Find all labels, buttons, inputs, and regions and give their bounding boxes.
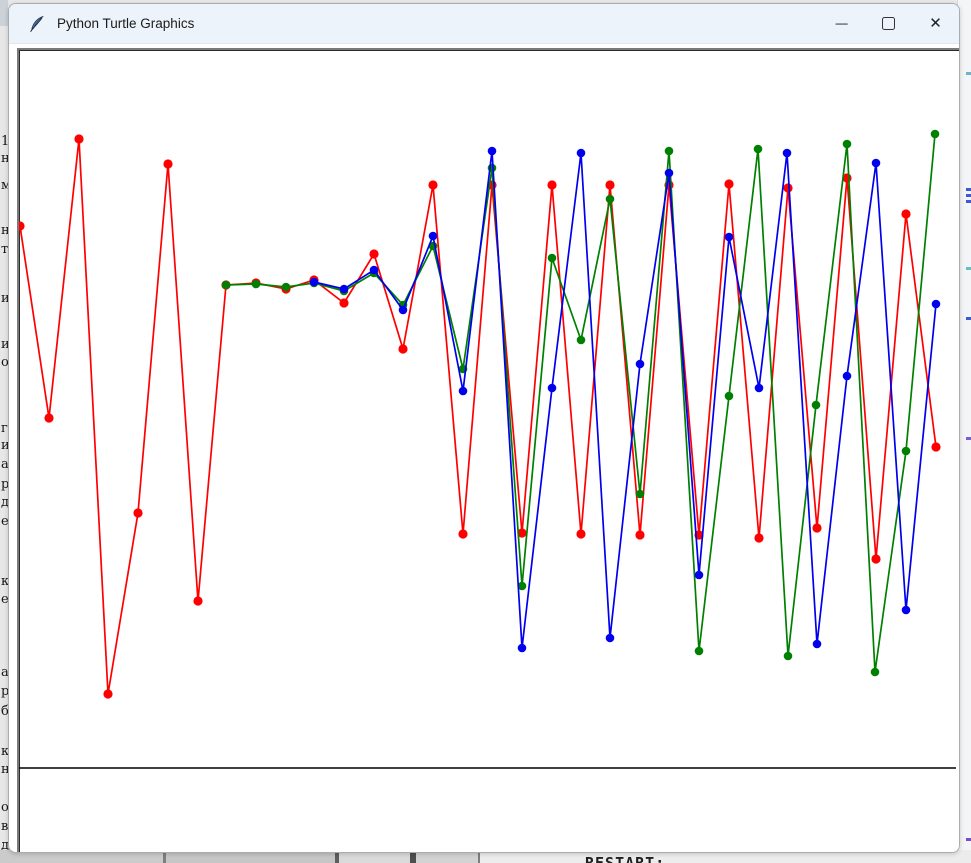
red-data-point bbox=[576, 529, 585, 538]
blue-data-point bbox=[606, 634, 615, 643]
turtle-canvas bbox=[17, 48, 960, 853]
titlebar[interactable]: Python Turtle Graphics ─ ✕ bbox=[9, 4, 959, 44]
blue-data-point bbox=[370, 266, 379, 275]
red-data-point bbox=[754, 533, 763, 542]
window-title: Python Turtle Graphics bbox=[57, 16, 194, 31]
blue-data-point bbox=[783, 149, 792, 158]
blue-data-point bbox=[636, 360, 645, 369]
red-data-point bbox=[133, 508, 142, 517]
green-data-point bbox=[282, 283, 291, 292]
chart-svg bbox=[17, 48, 960, 853]
blue-data-point bbox=[813, 640, 822, 649]
green-data-point bbox=[252, 280, 261, 289]
scroll-mark bbox=[966, 437, 971, 440]
blue-data-point bbox=[665, 169, 674, 178]
red-data-point bbox=[369, 249, 378, 258]
red-data-point bbox=[193, 596, 202, 605]
red-data-point bbox=[724, 179, 733, 188]
scroll-mark bbox=[966, 267, 971, 270]
red-data-point bbox=[163, 159, 172, 168]
red-data-point bbox=[812, 523, 821, 532]
green-data-point bbox=[871, 668, 880, 677]
feather-icon bbox=[28, 15, 46, 33]
blue-data-point bbox=[695, 571, 704, 580]
blue-data-point bbox=[843, 372, 852, 381]
screen: 1нмнтрииогриарадеекеетазрабкеновдн RESTA… bbox=[0, 0, 971, 863]
red-data-point bbox=[103, 689, 112, 698]
green-data-point bbox=[812, 401, 821, 410]
blue-data-point bbox=[755, 384, 764, 393]
shell-restart-text: RESTART: bbox=[585, 854, 665, 863]
green-data-point bbox=[548, 254, 557, 263]
green-data-point bbox=[222, 281, 231, 290]
green-data-point bbox=[754, 145, 763, 154]
green-data-point bbox=[902, 447, 911, 456]
red-data-point bbox=[783, 183, 792, 192]
green-data-point bbox=[843, 140, 852, 149]
scroll-mark bbox=[966, 194, 971, 197]
red-data-point bbox=[398, 344, 407, 353]
blue-data-point bbox=[518, 644, 527, 653]
turtle-graphics-window: Python Turtle Graphics ─ ✕ bbox=[8, 3, 960, 853]
red-data-point bbox=[547, 180, 556, 189]
blue-data-point bbox=[932, 300, 941, 309]
green-data-point bbox=[636, 490, 645, 499]
close-icon: ✕ bbox=[929, 16, 942, 31]
scroll-mark bbox=[966, 72, 971, 75]
red-data-point bbox=[339, 298, 348, 307]
red-data-point bbox=[17, 221, 25, 230]
blue-data-point bbox=[310, 278, 319, 287]
red-data-point bbox=[74, 134, 83, 143]
blue-data-point bbox=[902, 606, 911, 615]
window-controls: ─ ✕ bbox=[818, 4, 959, 43]
blue-data-point bbox=[399, 306, 408, 315]
minimize-icon: ─ bbox=[836, 17, 848, 30]
blue-data-point bbox=[577, 149, 586, 158]
red-data-point bbox=[458, 529, 467, 538]
red-data-point bbox=[44, 413, 53, 422]
blue-data-point bbox=[488, 147, 497, 156]
close-button[interactable]: ✕ bbox=[912, 4, 959, 43]
scroll-mark bbox=[966, 200, 971, 203]
blue-data-point bbox=[429, 232, 438, 241]
red-data-point bbox=[871, 554, 880, 563]
green-data-point bbox=[665, 147, 674, 156]
blue-data-point bbox=[548, 384, 557, 393]
scroll-mark bbox=[966, 838, 971, 841]
red-data-point bbox=[605, 180, 614, 189]
scroll-mark bbox=[966, 317, 971, 320]
green-data-point bbox=[931, 130, 940, 139]
red-data-point bbox=[428, 180, 437, 189]
maximize-button[interactable] bbox=[865, 4, 912, 43]
red-data-point bbox=[901, 209, 910, 218]
maximize-icon bbox=[882, 17, 895, 30]
minimize-button[interactable]: ─ bbox=[818, 4, 865, 43]
green-data-point bbox=[784, 652, 793, 661]
red-data-point bbox=[635, 530, 644, 539]
green-data-point bbox=[725, 392, 734, 401]
green-data-point bbox=[695, 647, 704, 656]
green-data-point bbox=[606, 195, 615, 204]
green-data-point bbox=[577, 336, 586, 345]
green-series-line bbox=[226, 134, 935, 672]
blue-data-point bbox=[340, 285, 349, 294]
blue-data-point bbox=[725, 233, 734, 242]
background-left-topblock bbox=[0, 0, 8, 26]
red-data-point bbox=[931, 442, 940, 451]
scroll-mark bbox=[966, 188, 971, 191]
blue-data-point bbox=[872, 159, 881, 168]
blue-data-point bbox=[459, 387, 468, 396]
red-series-line bbox=[20, 139, 936, 694]
